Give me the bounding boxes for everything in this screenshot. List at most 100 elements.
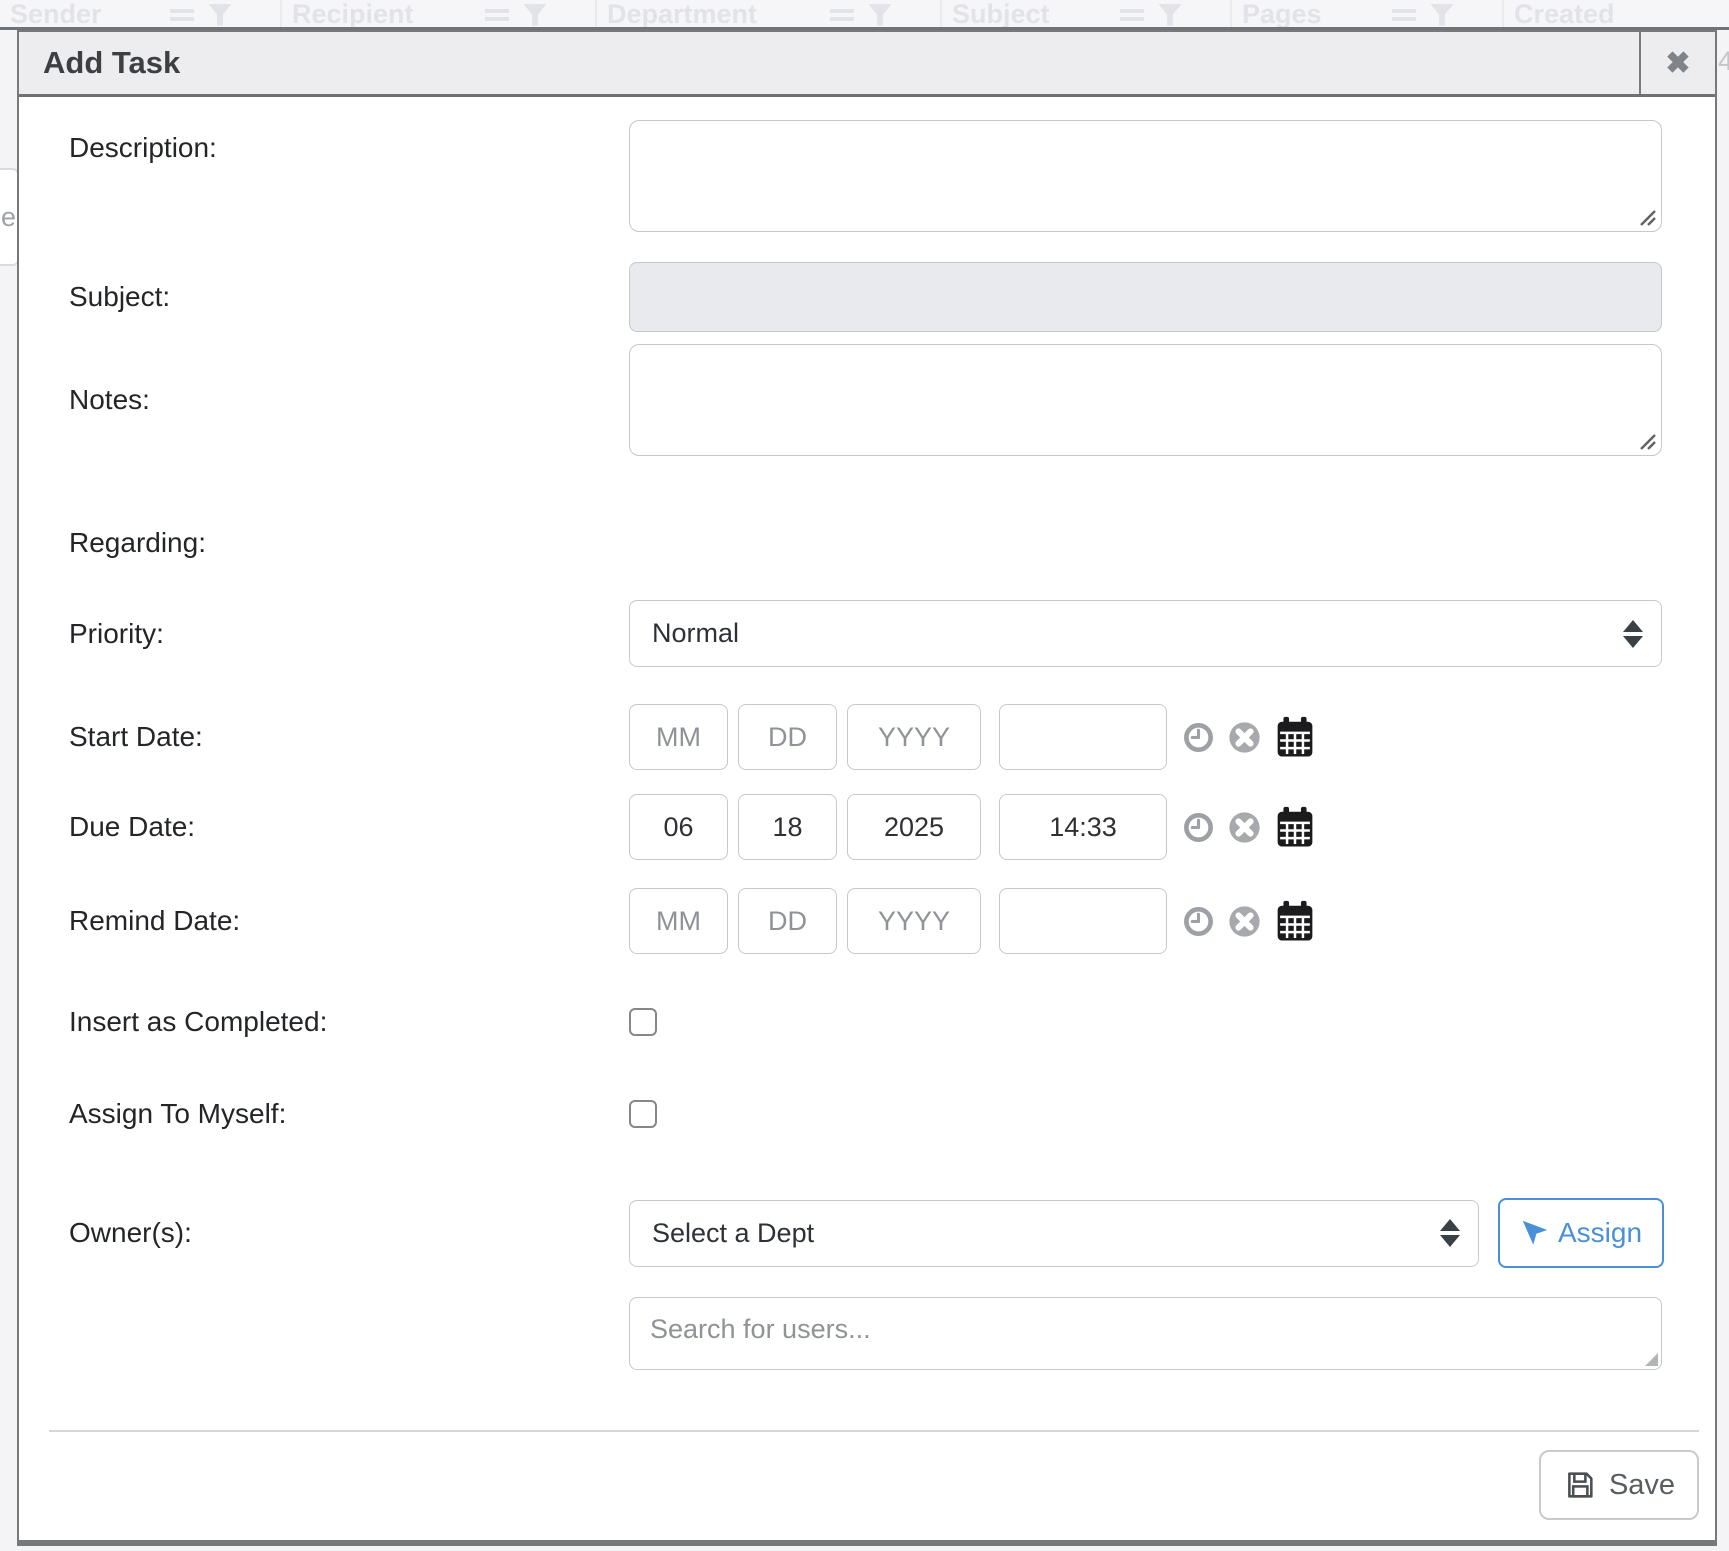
description-label: Description:	[19, 120, 629, 164]
clock-icon	[1183, 812, 1214, 843]
priority-row: Priority: Normal	[19, 600, 1715, 667]
close-icon: ✖	[1665, 46, 1690, 81]
background-text-fragment: 4	[1718, 46, 1729, 77]
due-date-time-picker-button[interactable]	[1183, 812, 1214, 843]
clear-x-icon	[1228, 811, 1261, 844]
owners-label: Owner(s):	[19, 1217, 629, 1249]
clear-x-icon	[1228, 905, 1261, 938]
start-date-calendar-button[interactable]	[1275, 716, 1315, 759]
close-button[interactable]: ✖	[1639, 32, 1715, 94]
filter-funnel-icon	[1430, 4, 1454, 26]
priority-selected-value: Normal	[652, 618, 739, 649]
due-date-calendar-button[interactable]	[1275, 806, 1315, 849]
column-header-label: Recipient	[292, 0, 414, 30]
background-fragment-text: e	[1, 202, 16, 233]
calendar-icon	[1275, 900, 1315, 943]
select-caret-icon	[1623, 620, 1643, 648]
remind-date-day-input[interactable]	[738, 888, 837, 954]
due-date-time-input[interactable]	[999, 794, 1167, 860]
modal-body: Description: Subject:	[19, 97, 1715, 1540]
column-header-label: Subject	[952, 0, 1050, 30]
calendar-icon	[1275, 806, 1315, 849]
regarding-row: Regarding:	[19, 523, 1715, 563]
remind-date-time-picker-button[interactable]	[1183, 906, 1214, 937]
remind-date-month-input[interactable]	[629, 888, 728, 954]
assign-to-myself-label: Assign To Myself:	[19, 1098, 629, 1130]
column-header-label: Sender	[10, 0, 102, 30]
save-button[interactable]: Save	[1539, 1450, 1699, 1520]
add-task-modal: Add Task ✖ Description:	[17, 30, 1717, 1546]
subject-row: Subject:	[19, 262, 1715, 332]
due-date-year-input[interactable]	[847, 794, 981, 860]
clear-x-icon	[1228, 721, 1261, 754]
calendar-icon	[1275, 716, 1315, 759]
priority-select[interactable]: Normal	[629, 600, 1662, 667]
assign-button[interactable]: Assign	[1498, 1198, 1664, 1268]
bg-column-department: Department	[595, 0, 940, 27]
remind-date-clear-button[interactable]	[1228, 905, 1261, 938]
clock-icon	[1183, 722, 1214, 753]
paper-plane-icon	[1520, 1218, 1550, 1248]
column-menu-icon	[830, 9, 854, 13]
save-button-label: Save	[1609, 1469, 1675, 1502]
screen: Sender Recipient Department Subject Page…	[0, 0, 1729, 1551]
remind-date-calendar-button[interactable]	[1275, 900, 1315, 943]
start-date-day-input[interactable]	[738, 704, 837, 770]
column-header-label: Department	[607, 0, 757, 30]
bg-column-subject: Subject	[940, 0, 1230, 27]
insert-as-completed-checkbox[interactable]	[629, 1008, 657, 1036]
subject-label: Subject:	[19, 281, 629, 313]
department-selected-value: Select a Dept	[652, 1218, 814, 1249]
subject-input	[629, 262, 1662, 332]
assign-to-myself-checkbox[interactable]	[629, 1100, 657, 1128]
filter-funnel-icon	[1158, 4, 1182, 26]
priority-label: Priority:	[19, 618, 629, 650]
due-date-label: Due Date:	[19, 811, 629, 843]
assign-to-myself-row: Assign To Myself:	[19, 1094, 1715, 1134]
filter-funnel-icon	[523, 4, 547, 26]
start-date-year-input[interactable]	[847, 704, 981, 770]
background-table-header: Sender Recipient Department Subject Page…	[0, 0, 1729, 30]
resize-grip-icon[interactable]	[1637, 431, 1657, 451]
insert-as-completed-row: Insert as Completed:	[19, 1002, 1715, 1042]
clock-icon	[1183, 906, 1214, 937]
bg-column-pages: Pages	[1230, 0, 1502, 27]
save-floppy-icon	[1563, 1468, 1597, 1502]
column-menu-icon	[170, 9, 194, 13]
start-date-row: Start Date:	[19, 704, 1715, 770]
due-date-month-input[interactable]	[629, 794, 728, 860]
filter-funnel-icon	[208, 4, 232, 26]
user-search-input[interactable]	[629, 1297, 1662, 1370]
user-search-row	[19, 1297, 1715, 1370]
regarding-label: Regarding:	[19, 527, 629, 559]
bg-column-sender: Sender	[0, 0, 280, 27]
due-date-clear-button[interactable]	[1228, 811, 1261, 844]
start-date-month-input[interactable]	[629, 704, 728, 770]
remind-date-time-input[interactable]	[999, 888, 1167, 954]
department-select[interactable]: Select a Dept	[629, 1200, 1479, 1267]
bg-column-created: Created	[1502, 0, 1729, 27]
notes-label: Notes:	[19, 384, 629, 416]
resize-grip-icon[interactable]	[1637, 207, 1657, 227]
bg-column-recipient: Recipient	[280, 0, 595, 27]
due-date-row: Due Date:	[19, 794, 1715, 860]
filter-funnel-icon	[868, 4, 892, 26]
start-date-time-picker-button[interactable]	[1183, 722, 1214, 753]
notes-textarea[interactable]	[629, 344, 1662, 456]
description-row: Description:	[19, 120, 1715, 232]
resize-grip-icon[interactable]	[1645, 1353, 1658, 1366]
select-caret-icon	[1440, 1219, 1460, 1247]
owners-row: Owner(s): Select a Dept Assign	[19, 1198, 1715, 1268]
due-date-day-input[interactable]	[738, 794, 837, 860]
column-menu-icon	[1392, 9, 1416, 13]
notes-row: Notes:	[19, 344, 1715, 456]
footer-divider	[49, 1430, 1699, 1432]
remind-date-year-input[interactable]	[847, 888, 981, 954]
column-header-label: Created	[1514, 0, 1615, 30]
start-date-time-input[interactable]	[999, 704, 1167, 770]
column-header-label: Pages	[1242, 0, 1322, 30]
description-textarea[interactable]	[629, 120, 1662, 232]
insert-as-completed-label: Insert as Completed:	[19, 1006, 629, 1038]
remind-date-row: Remind Date:	[19, 888, 1715, 954]
start-date-clear-button[interactable]	[1228, 721, 1261, 754]
